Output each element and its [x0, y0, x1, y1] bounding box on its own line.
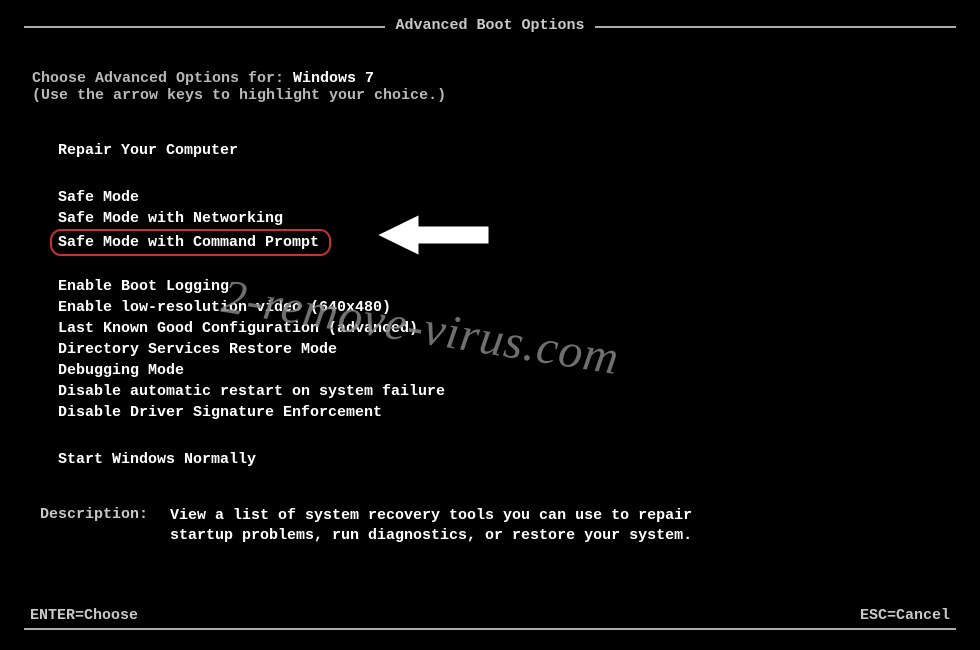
- description-label: Description:: [40, 506, 170, 546]
- menu-item-debugging[interactable]: Debugging Mode: [56, 360, 186, 381]
- menu-item-safe-mode-networking[interactable]: Safe Mode with Networking: [56, 208, 285, 229]
- footer-enter: ENTER=Choose: [30, 607, 138, 624]
- intro-hint: (Use the arrow keys to highlight your ch…: [32, 87, 948, 104]
- menu-item-safe-mode[interactable]: Safe Mode: [56, 187, 141, 208]
- menu-item-ds-restore[interactable]: Directory Services Restore Mode: [56, 339, 339, 360]
- intro-line: Choose Advanced Options for: Windows 7: [32, 70, 948, 87]
- menu-item-boot-logging[interactable]: Enable Boot Logging: [56, 276, 231, 297]
- footer-esc: ESC=Cancel: [860, 607, 950, 624]
- os-name: Windows 7: [293, 70, 374, 87]
- footer-bar: ENTER=Choose ESC=Cancel: [30, 607, 950, 624]
- boot-menu[interactable]: Repair Your Computer Safe Mode Safe Mode…: [32, 140, 948, 470]
- menu-item-disable-auto-restart[interactable]: Disable automatic restart on system fail…: [56, 381, 447, 402]
- description-text: View a list of system recovery tools you…: [170, 506, 730, 546]
- menu-item-start-normally[interactable]: Start Windows Normally: [56, 449, 258, 470]
- menu-item-safe-mode-cmd[interactable]: Safe Mode with Command Prompt: [50, 229, 331, 256]
- menu-item-disable-driver-sig[interactable]: Disable Driver Signature Enforcement: [56, 402, 384, 423]
- screen-title: Advanced Boot Options: [385, 17, 594, 34]
- description-block: Description: View a list of system recov…: [32, 506, 948, 546]
- intro-prefix: Choose Advanced Options for:: [32, 70, 293, 87]
- menu-item-low-res[interactable]: Enable low-resolution video (640x480): [56, 297, 393, 318]
- content-area: Choose Advanced Options for: Windows 7 (…: [24, 28, 956, 546]
- title-bar: Advanced Boot Options: [24, 17, 956, 34]
- menu-item-last-known-good[interactable]: Last Known Good Configuration (advanced): [56, 318, 420, 339]
- menu-item-repair[interactable]: Repair Your Computer: [56, 140, 240, 161]
- boot-frame: Advanced Boot Options Choose Advanced Op…: [24, 26, 956, 630]
